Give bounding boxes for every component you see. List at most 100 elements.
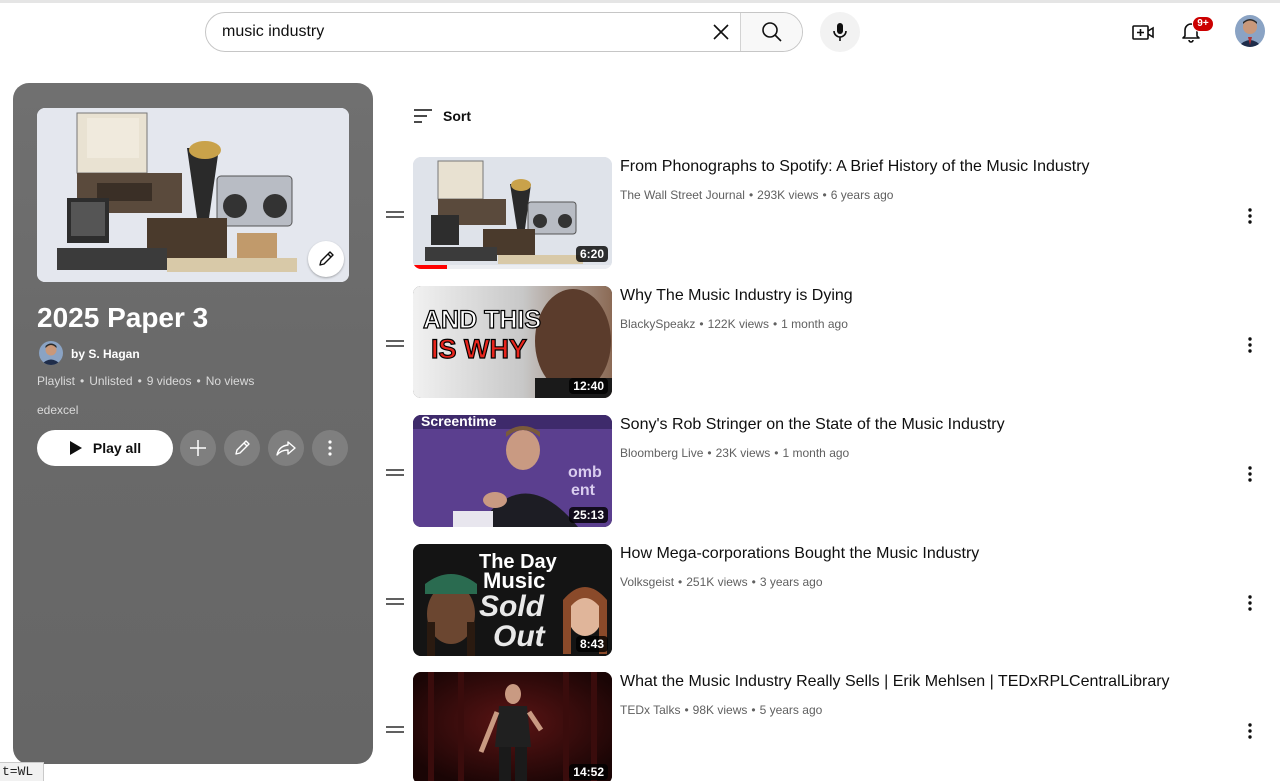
video-menu-button[interactable] (1235, 588, 1265, 618)
top-divider (0, 0, 1280, 3)
playlist-views: No views (205, 374, 255, 388)
edit-thumbnail-button[interactable] (308, 241, 344, 277)
playlist-privacy: Unlisted (89, 374, 133, 388)
playlist-header-panel: 2025 Paper 3 by S. Hagan Playlist • Unlis… (13, 83, 373, 764)
playlist-video-row[interactable]: AND THIS IS WHY 12:40 Why The Music Indu… (383, 286, 1273, 399)
video-title[interactable]: How Mega-corporations Bought the Music I… (620, 545, 979, 563)
video-menu-button[interactable] (1235, 716, 1265, 746)
upload-age: 5 years ago (759, 703, 823, 717)
more-vert-icon (1248, 595, 1252, 611)
more-vert-icon (1248, 466, 1252, 482)
drag-handle-icon[interactable] (386, 211, 404, 218)
more-vert-icon (1248, 337, 1252, 353)
video-duration: 12:40 (569, 378, 608, 394)
channel-name[interactable]: BlackySpeakz (620, 317, 695, 331)
video-meta: Bloomberg Live • 23K views • 1 month ago (620, 446, 850, 460)
view-count: 98K views (692, 703, 748, 717)
video-title[interactable]: Sony's Rob Stringer on the State of the … (620, 416, 1005, 434)
search-bar (205, 12, 803, 52)
play-icon (69, 441, 82, 455)
video-duration: 8:43 (575, 636, 608, 652)
video-title[interactable]: Why The Music Industry is Dying (620, 287, 853, 305)
channel-name[interactable]: TEDx Talks (620, 703, 680, 717)
pencil-icon (319, 251, 334, 266)
more-vert-icon (328, 440, 332, 456)
plus-icon (190, 440, 206, 456)
playlist-video-count: 9 videos (146, 374, 192, 388)
playlist-video-row[interactable]: 14:52 What the Music Industry Really Sel… (383, 672, 1273, 781)
thumb-text: AND THIS (423, 306, 541, 334)
share-icon (276, 441, 296, 456)
video-meta: BlackySpeakz • 122K views • 1 month ago (620, 317, 848, 331)
more-actions-button[interactable] (312, 430, 348, 466)
playlist-owner[interactable]: by S. Hagan (71, 347, 140, 361)
owner-avatar[interactable] (39, 341, 63, 365)
play-all-label: Play all (92, 440, 142, 456)
sort-button[interactable]: Sort (413, 108, 471, 124)
video-thumbnail[interactable]: Screentime omb ent 25:13 (413, 415, 612, 527)
create-button[interactable] (1123, 12, 1163, 52)
drag-handle-icon[interactable] (386, 340, 404, 347)
thumb-text: Out (493, 620, 547, 653)
playlist-video-row[interactable]: 6:20 From Phonographs to Spotify: A Brie… (383, 157, 1273, 270)
play-all-button[interactable]: Play all (37, 430, 173, 466)
voice-search-button[interactable] (820, 12, 860, 52)
playlist-title: 2025 Paper 3 (37, 302, 209, 333)
sort-label: Sort (443, 108, 471, 124)
video-menu-button[interactable] (1235, 459, 1265, 489)
video-add-icon (1132, 25, 1154, 40)
more-vert-icon (1248, 208, 1252, 224)
share-button[interactable] (268, 430, 304, 466)
playlist-type: Playlist (37, 374, 76, 388)
playlist-video-row[interactable]: The Day Music Sold Out 8:43 How Mega-cor… (383, 544, 1273, 657)
channel-name[interactable]: Volksgeist (620, 575, 674, 589)
playlist-meta: Playlist • Unlisted • 9 videos • No views (37, 374, 255, 388)
notification-badge: 9+ (1192, 16, 1214, 32)
channel-name[interactable]: The Wall Street Journal (620, 188, 745, 202)
more-vert-icon (1248, 723, 1252, 739)
video-menu-button[interactable] (1235, 330, 1265, 360)
sort-icon (414, 109, 432, 123)
video-thumbnail[interactable]: The Day Music Sold Out 8:43 (413, 544, 612, 656)
close-icon (713, 24, 729, 40)
search-button[interactable] (740, 13, 802, 51)
video-thumbnail[interactable]: 6:20 (413, 157, 612, 269)
edit-playlist-button[interactable] (224, 430, 260, 466)
playlist-description[interactable]: edexcel (37, 403, 78, 417)
video-meta: The Wall Street Journal • 293K views • 6 y… (620, 188, 894, 202)
search-input[interactable] (206, 13, 702, 51)
microphone-icon (833, 23, 847, 41)
channel-name[interactable]: Bloomberg Live (620, 446, 703, 460)
video-duration: 25:13 (569, 507, 608, 523)
drag-handle-icon[interactable] (386, 469, 404, 476)
add-videos-button[interactable] (180, 430, 216, 466)
search-icon (761, 22, 782, 42)
video-meta: Volksgeist • 251K views • 3 years ago (620, 575, 823, 589)
video-title[interactable]: What the Music Industry Really Sells | E… (620, 673, 1170, 691)
clear-search-button[interactable] (702, 13, 740, 51)
upload-age: 6 years ago (830, 188, 894, 202)
view-count: 251K views (686, 575, 748, 589)
playlist-thumbnail[interactable] (37, 108, 349, 282)
thumb-text: Screentime (421, 415, 497, 429)
video-duration: 6:20 (575, 246, 608, 262)
status-bar-url: t=WL (0, 762, 44, 781)
drag-handle-icon[interactable] (386, 726, 404, 733)
upload-age: 1 month ago (781, 317, 848, 331)
thumb-text: omb (568, 464, 602, 481)
video-title[interactable]: From Phonographs to Spotify: A Brief His… (620, 158, 1090, 176)
view-count: 293K views (757, 188, 819, 202)
video-duration: 14:52 (569, 764, 608, 780)
video-meta: TEDx Talks • 98K views • 5 years ago (620, 703, 823, 717)
pencil-icon (235, 440, 250, 455)
video-thumbnail[interactable]: 14:52 (413, 672, 612, 781)
video-thumbnail[interactable]: AND THIS IS WHY 12:40 (413, 286, 612, 398)
playlist-video-row[interactable]: Screentime omb ent 25:13 Sony's Rob Stri… (383, 415, 1273, 528)
thumb-text: Sold (479, 590, 545, 623)
drag-handle-icon[interactable] (386, 598, 404, 605)
upload-age: 3 years ago (759, 575, 823, 589)
video-menu-button[interactable] (1235, 201, 1265, 231)
upload-age: 1 month ago (782, 446, 850, 460)
thumb-text: ent (571, 482, 596, 499)
account-avatar[interactable] (1235, 15, 1265, 47)
